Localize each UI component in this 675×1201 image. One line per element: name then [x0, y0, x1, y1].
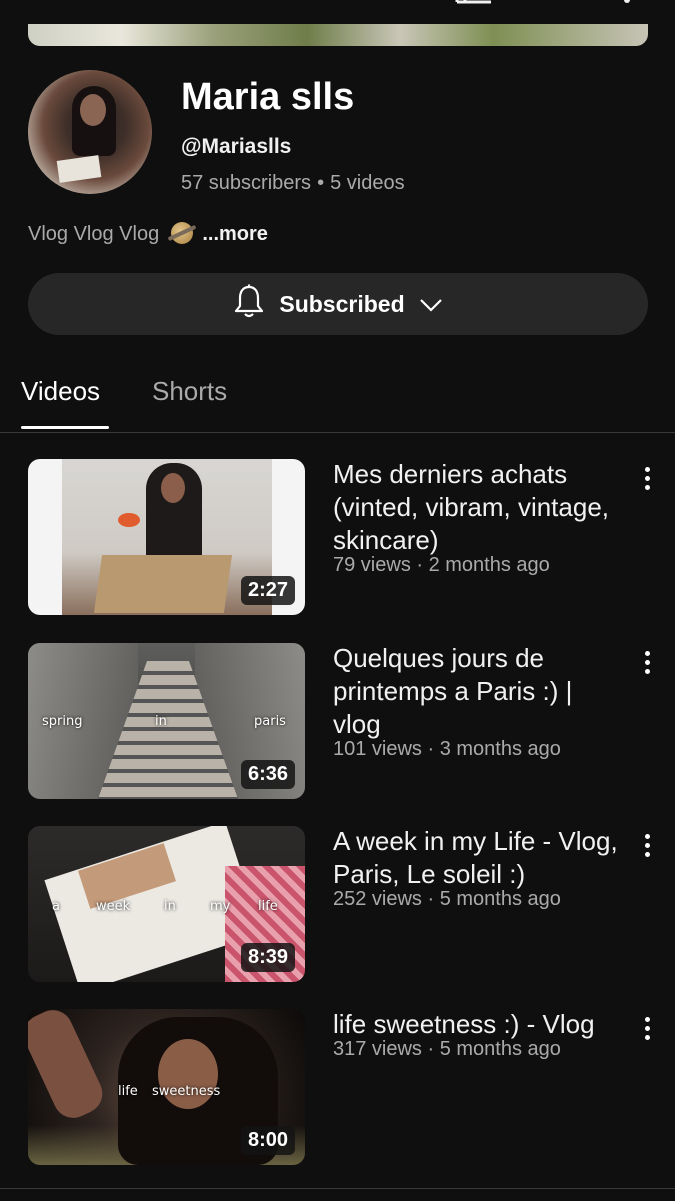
thumbnail-text: life — [118, 1084, 138, 1099]
description-more-link[interactable]: ...more — [202, 223, 268, 245]
subscriber-count: 57 subscribers — [181, 172, 312, 194]
thumbnail-text: week — [96, 899, 131, 914]
video-thumbnail[interactable]: 2:27 — [28, 459, 305, 615]
thumbnail-text: in — [164, 899, 176, 914]
stats-separator: • — [317, 172, 325, 194]
video-item[interactable]: life sweetness 8:00 life sweetness :) - … — [0, 1009, 675, 1165]
thumbnail-text: in — [155, 714, 167, 729]
thumbnail-text: my — [210, 899, 231, 914]
saturn-emoji-icon — [170, 222, 193, 244]
avatar[interactable] — [28, 70, 152, 194]
video-title[interactable]: Mes derniers achats (vinted, vibram, vin… — [333, 458, 623, 557]
video-meta: 252 views · 5 months ago — [333, 888, 561, 910]
active-tab-indicator — [21, 426, 109, 429]
video-item[interactable]: 2:27 Mes derniers achats (vinted, vibram… — [0, 459, 675, 615]
subscribed-label: Subscribed — [279, 290, 405, 317]
video-more-icon[interactable] — [637, 834, 657, 860]
video-count: 5 videos — [330, 172, 405, 194]
tab-shorts[interactable]: Shorts — [152, 376, 227, 407]
thumbnail-text: spring — [42, 714, 83, 729]
channel-banner — [28, 24, 648, 46]
more-vertical-icon[interactable] — [620, 0, 634, 12]
video-thumbnail[interactable]: a week in my life 8:39 — [28, 826, 305, 982]
video-title[interactable]: life sweetness :) - Vlog — [333, 1008, 623, 1041]
chevron-down-icon — [419, 291, 443, 318]
video-more-icon[interactable] — [637, 651, 657, 677]
video-duration: 6:36 — [240, 760, 295, 789]
video-thumbnail[interactable]: life sweetness 8:00 — [28, 1009, 305, 1165]
video-title[interactable]: Quelques jours de printemps a Paris :) |… — [333, 642, 623, 741]
thumbnail-text: a — [52, 899, 60, 914]
video-more-icon[interactable] — [637, 467, 657, 493]
chevron-left-icon[interactable] — [36, 0, 54, 12]
channel-handle: @Mariaslls — [181, 135, 292, 158]
thumbnail-text: paris — [254, 714, 286, 729]
video-meta: 79 views · 2 months ago — [333, 554, 550, 576]
video-duration: 2:27 — [240, 576, 295, 605]
thumbnail-text: life — [258, 899, 278, 914]
channel-tabs: Videos Shorts — [0, 360, 675, 433]
tab-videos[interactable]: Videos — [21, 376, 100, 407]
video-item[interactable]: spring in paris 6:36 Quelques jours de p… — [0, 643, 675, 799]
video-title[interactable]: A week in my Life - Vlog, Paris, Le sole… — [333, 825, 623, 891]
channel-stats: 57 subscribers • 5 videos — [181, 172, 405, 195]
video-item[interactable]: a week in my life 8:39 A week in my Life… — [0, 826, 675, 982]
bell-icon — [233, 284, 265, 324]
thumbnail-text: sweetness — [152, 1084, 221, 1099]
video-thumbnail[interactable]: spring in paris 6:36 — [28, 643, 305, 799]
channel-name: Maria slls — [181, 76, 355, 118]
search-icon[interactable] — [540, 0, 570, 12]
description-text: Vlog Vlog Vlog — [28, 223, 160, 245]
video-more-icon[interactable] — [637, 1017, 657, 1043]
cast-icon[interactable] — [455, 0, 493, 12]
video-meta: 101 views · 3 months ago — [333, 738, 561, 760]
channel-description[interactable]: Vlog Vlog Vlog ...more — [28, 222, 268, 246]
video-meta: 317 views · 5 months ago — [333, 1038, 561, 1060]
bottom-navigation-bar — [0, 1188, 675, 1201]
video-duration: 8:00 — [240, 1126, 295, 1155]
top-app-bar — [0, 0, 675, 10]
subscribed-button[interactable]: Subscribed — [28, 273, 648, 335]
video-duration: 8:39 — [240, 943, 295, 972]
